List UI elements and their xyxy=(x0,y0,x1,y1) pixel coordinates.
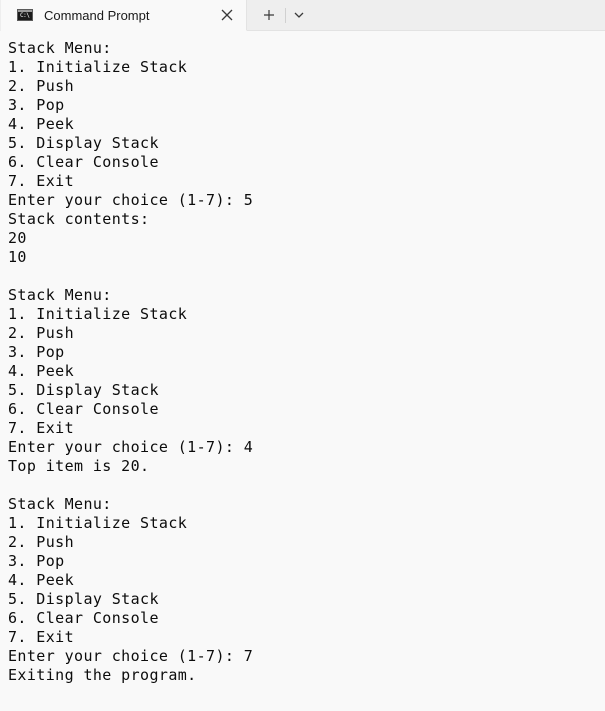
tab-command-prompt[interactable]: C:\ Command Prompt xyxy=(1,0,247,31)
console-line: 3. Pop xyxy=(8,552,65,570)
command-prompt-icon-text: C:\ xyxy=(20,12,30,19)
console-line: 5. Display Stack xyxy=(8,381,159,399)
console-line: Enter your choice (1-7): 4 xyxy=(8,438,254,456)
console-line: 5. Display Stack xyxy=(8,590,159,608)
terminal-window: C:\ Command Prompt Stack Menu: 1. Initial… xyxy=(0,0,605,711)
console-line: 7. Exit xyxy=(8,419,75,437)
console-line: 2. Push xyxy=(8,533,75,551)
console-line: 10 xyxy=(8,248,27,266)
tab-title: Command Prompt xyxy=(44,8,150,23)
console-line: 1. Initialize Stack xyxy=(8,305,188,323)
close-icon[interactable] xyxy=(219,7,235,23)
console-line: 2. Push xyxy=(8,77,75,95)
console-line: Top item is 20. xyxy=(8,457,150,475)
console-line: 1. Initialize Stack xyxy=(8,58,188,76)
console-line: Stack contents: xyxy=(8,210,150,228)
console-line: 4. Peek xyxy=(8,115,75,133)
console-line: Stack Menu: xyxy=(8,495,112,513)
command-prompt-icon: C:\ xyxy=(17,9,33,21)
console-line: 4. Peek xyxy=(8,362,75,380)
console-line: 20 xyxy=(8,229,27,247)
tab-bar: C:\ Command Prompt xyxy=(0,0,605,31)
console-line: 7. Exit xyxy=(8,628,75,646)
console-line: Enter your choice (1-7): 7 xyxy=(8,647,254,665)
console-line: 3. Pop xyxy=(8,343,65,361)
console-line: 7. Exit xyxy=(8,172,75,190)
tab-bar-border xyxy=(247,30,605,31)
console-line: 6. Clear Console xyxy=(8,153,159,171)
console-line: Enter your choice (1-7): 5 xyxy=(8,191,254,209)
console-line: 6. Clear Console xyxy=(8,609,159,627)
console-line: Stack Menu: xyxy=(8,39,112,57)
console-line: Exiting the program. xyxy=(8,666,197,684)
console-line: 4. Peek xyxy=(8,571,75,589)
console-line: 1. Initialize Stack xyxy=(8,514,188,532)
chevron-down-icon[interactable] xyxy=(290,7,308,23)
console-output[interactable]: Stack Menu: 1. Initialize Stack 2. Push 3. … xyxy=(8,39,598,699)
console-line: Stack Menu: xyxy=(8,286,112,304)
console-line: 3. Pop xyxy=(8,96,65,114)
console-line: 5. Display Stack xyxy=(8,134,159,152)
console-line: 2. Push xyxy=(8,324,75,342)
plus-icon[interactable] xyxy=(260,7,278,23)
tab-divider xyxy=(285,8,286,23)
console-line: 6. Clear Console xyxy=(8,400,159,418)
